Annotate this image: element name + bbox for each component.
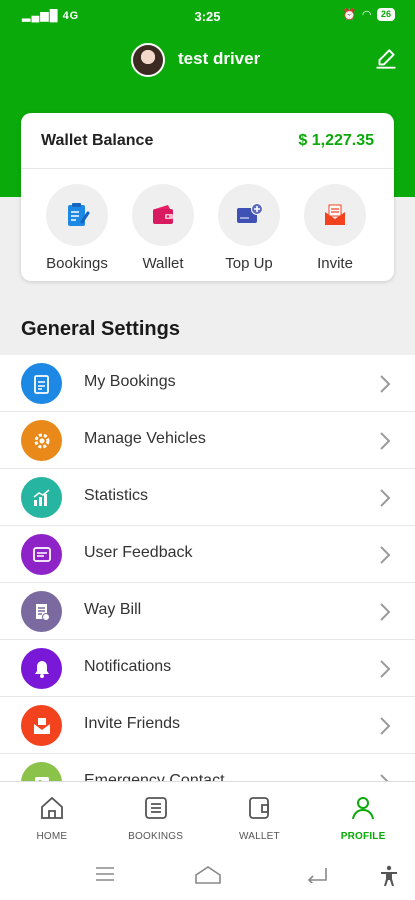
setting-way-bill[interactable]: Way Bill [0, 583, 415, 640]
nav-bookings[interactable]: BOOKINGS [104, 782, 208, 849]
nav-profile[interactable]: PROFILE [311, 782, 415, 849]
menu-icon[interactable] [95, 865, 115, 883]
status-icons: ⏰ ◠ 26 [343, 8, 395, 21]
setting-label: Way Bill [84, 601, 142, 618]
wallet-balance-label: Wallet Balance [41, 132, 154, 149]
wifi-icon: ◠ [362, 9, 371, 21]
accessibility-icon[interactable] [380, 865, 398, 887]
bell-icon [21, 648, 62, 689]
chevron-right-icon [380, 603, 391, 621]
home-icon[interactable] [194, 865, 222, 885]
setting-notifications[interactable]: Notifications [0, 640, 415, 697]
setting-label: Manage Vehicles [84, 430, 206, 447]
feedback-icon [21, 534, 62, 575]
system-navigation-bar [0, 849, 415, 900]
bookings-icon [46, 184, 108, 246]
profile-icon [352, 797, 375, 820]
wallet-balance-amount: $ 1,227.35 [298, 132, 374, 149]
setting-manage-vehicles[interactable]: Manage Vehicles [0, 412, 415, 469]
chevron-right-icon [380, 774, 389, 781]
wallet-balance-row[interactable]: Wallet Balance $ 1,227.35 [21, 113, 394, 169]
shortcut-wallet[interactable]: Wallet [120, 184, 206, 272]
bottom-nav: HOME BOOKINGS WALLET PROFILE [0, 781, 415, 849]
setting-label: Emergency Contact [84, 772, 225, 781]
chevron-right-icon [380, 717, 391, 735]
profile-header: test driver [0, 40, 415, 80]
wallet-card: Wallet Balance $ 1,227.35 Bookings Walle… [21, 113, 394, 281]
setting-label: Notifications [84, 658, 172, 675]
chevron-right-icon [380, 489, 391, 507]
setting-label: User Feedback [84, 544, 193, 561]
setting-label: My Bookings [84, 373, 176, 390]
shortcut-label: Top Up [225, 255, 273, 272]
general-settings-title: General Settings [21, 318, 180, 340]
nav-label: BOOKINGS [128, 831, 184, 842]
alarm-icon: ⏰ [342, 9, 357, 21]
list-icon [144, 797, 167, 819]
top-up-icon [218, 184, 280, 246]
back-icon[interactable] [306, 865, 328, 883]
wallet-shortcuts: Bookings Wallet Top Up Invite [21, 184, 394, 272]
chart-icon [21, 477, 62, 518]
nav-home[interactable]: HOME [0, 782, 104, 849]
chevron-right-icon [380, 375, 391, 393]
edit-icon[interactable] [373, 46, 399, 72]
nav-label: HOME [36, 831, 68, 842]
envelope-icon [21, 705, 62, 746]
clipboard-icon [21, 363, 62, 404]
avatar[interactable] [131, 43, 165, 77]
shortcut-invite[interactable]: Invite [292, 184, 378, 272]
setting-label: Statistics [84, 487, 149, 504]
setting-invite-friends[interactable]: Invite Friends [0, 697, 415, 754]
wallet-icon [132, 184, 194, 246]
wallet-icon [249, 797, 270, 819]
driver-name: test driver [178, 49, 261, 68]
setting-my-bookings[interactable]: My Bookings [0, 355, 415, 412]
shortcut-label: Bookings [46, 255, 108, 272]
gear-icon [21, 420, 62, 461]
invite-icon [304, 184, 366, 246]
chevron-right-icon [380, 660, 391, 678]
nav-label: WALLET [238, 831, 280, 842]
status-bar: ▂▄▆█ 4G 3:25 ⏰ ◠ 26 [0, 0, 415, 34]
shortcut-top-up[interactable]: Top Up [206, 184, 292, 272]
home-icon [40, 796, 63, 819]
shortcut-label: Invite [317, 255, 353, 272]
bill-icon [21, 591, 62, 632]
setting-user-feedback[interactable]: User Feedback [0, 526, 415, 583]
setting-emergency-contact[interactable]: Emergency Contact [0, 754, 415, 781]
shortcut-label: Wallet [142, 255, 184, 272]
nav-wallet[interactable]: WALLET [208, 782, 312, 849]
contact-icon [21, 762, 62, 781]
nav-label: PROFILE [340, 831, 386, 842]
setting-statistics[interactable]: Statistics [0, 469, 415, 526]
chevron-right-icon [380, 546, 391, 564]
shortcut-bookings[interactable]: Bookings [34, 184, 120, 272]
settings-list: My Bookings Manage Vehicles Statistics U… [0, 355, 415, 781]
chevron-right-icon [380, 432, 391, 450]
setting-label: Invite Friends [84, 715, 181, 732]
battery-icon: 26 [376, 8, 395, 21]
